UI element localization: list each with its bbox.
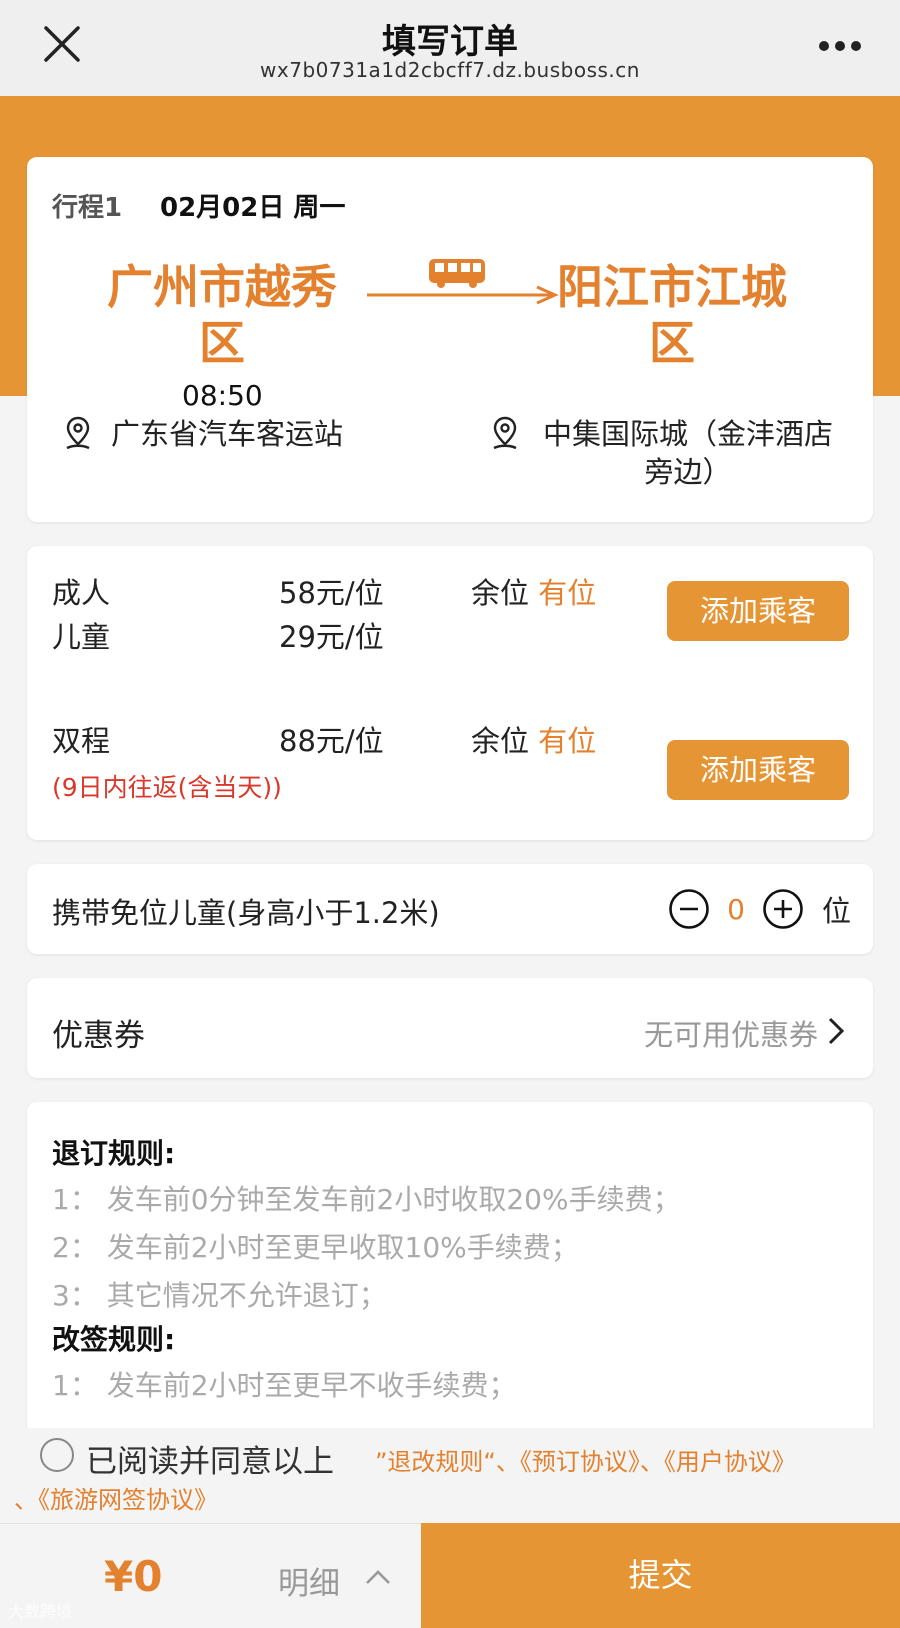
page-title: 填写订单 — [382, 22, 518, 62]
change-rule: 1： 发车前2小时至更早不收手续费； — [52, 1369, 517, 1402]
refund-rules-title: 退订规则: — [52, 1137, 176, 1170]
roundtrip-label: 双程 — [52, 724, 111, 758]
destination-stop: 中集国际城（金沣酒店旁边） — [490, 415, 870, 491]
agreement-bar: 已阅读并同意以上 ”退改规则“、《预订协议》、《用户协议》 、《旅游网签协议》 — [0, 1428, 900, 1523]
agree-radio[interactable] — [40, 1438, 74, 1472]
more-icon[interactable] — [818, 40, 862, 52]
roundtrip-seat-availability: 余位 有位 — [471, 724, 597, 758]
page-url: wx7b0731a1d2cbcff7.dz.busboss.cn — [260, 58, 640, 82]
free-child-count: 0 — [727, 892, 745, 926]
chevron-up-icon[interactable] — [364, 1568, 392, 1586]
seat-status: 有位 — [538, 576, 597, 610]
roundtrip-price: 88元/位 — [279, 724, 384, 758]
total-price: ¥0 — [104, 1552, 163, 1601]
roundtrip-note: (9日内往返(含当天)) — [52, 773, 282, 802]
bottom-bar: ¥0 明细 提交 — [0, 1523, 900, 1628]
trip-card: 行程1 02月02日 周一 广州市越秀 区 阳江市江城 区 08:50 广东省汽… — [27, 157, 873, 522]
trip-date: 02月02日 周一 — [160, 193, 346, 223]
rules-card: 退订规则: 1： 发车前0分钟至发车前2小时收取20%手续费； 2： 发车前2小… — [27, 1102, 873, 1432]
child-label: 儿童 — [52, 620, 111, 654]
refund-rule: 1： 发车前0分钟至发车前2小时收取20%手续费； — [52, 1183, 681, 1216]
location-pin-icon — [493, 416, 517, 450]
change-rules-title: 改签规则: — [52, 1323, 176, 1356]
refund-rule: 2： 发车前2小时至更早收取10%手续费； — [52, 1231, 579, 1264]
free-child-card: 携带免位儿童(身高小于1.2米) 0 位 — [27, 864, 873, 954]
submit-button[interactable]: 提交 — [421, 1523, 900, 1628]
refund-rule: 3： 其它情况不允许退订； — [52, 1279, 387, 1312]
origin-city: 广州市越秀 区 — [107, 260, 337, 370]
plus-circle-icon[interactable] — [762, 888, 804, 930]
nav-bar: 填写订单 wx7b0731a1d2cbcff7.dz.busboss.cn — [0, 0, 900, 96]
departure-time: 08:50 — [182, 379, 263, 412]
free-child-stepper: 0 位 — [668, 884, 851, 934]
agree-text: 已阅读并同意以上 — [86, 1444, 334, 1480]
add-passenger-button[interactable]: 添加乘客 — [667, 581, 849, 641]
trip-label: 行程1 — [52, 193, 123, 223]
coupon-label: 优惠券 — [52, 1018, 145, 1054]
minus-circle-icon[interactable] — [668, 888, 710, 930]
destination-city: 阳江市江城 区 — [557, 260, 787, 370]
detail-button[interactable]: 明细 — [278, 1558, 340, 1603]
agreement-links-cont[interactable]: 、《旅游网签协议》 — [14, 1480, 218, 1515]
chevron-right-icon — [828, 1017, 845, 1045]
agreement-links[interactable]: ”退改规则“、《预订协议》、《用户协议》 — [375, 1442, 796, 1477]
add-roundtrip-passenger-button[interactable]: 添加乘客 — [667, 740, 849, 800]
watermark: 大数跨境 — [8, 1602, 73, 1621]
location-pin-icon — [66, 416, 90, 450]
origin-stop: 广东省汽车客运站 — [63, 415, 443, 453]
seat-status: 有位 — [538, 724, 597, 758]
adult-price: 58元/位 — [279, 576, 384, 610]
free-child-unit: 位 — [821, 894, 851, 928]
bus-arrow-icon — [367, 259, 559, 305]
adult-label: 成人 — [52, 576, 111, 610]
coupon-row[interactable]: 优惠券 无可用优惠券 — [27, 978, 873, 1078]
fare-card: 成人 58元/位 余位 有位 添加乘客 儿童 29元/位 双程 88元/位 余位… — [27, 546, 873, 840]
free-child-label: 携带免位儿童(身高小于1.2米) — [52, 896, 440, 930]
child-price: 29元/位 — [279, 620, 384, 654]
coupon-value: 无可用优惠券 — [643, 1018, 818, 1052]
seat-availability: 余位 有位 — [471, 576, 597, 610]
